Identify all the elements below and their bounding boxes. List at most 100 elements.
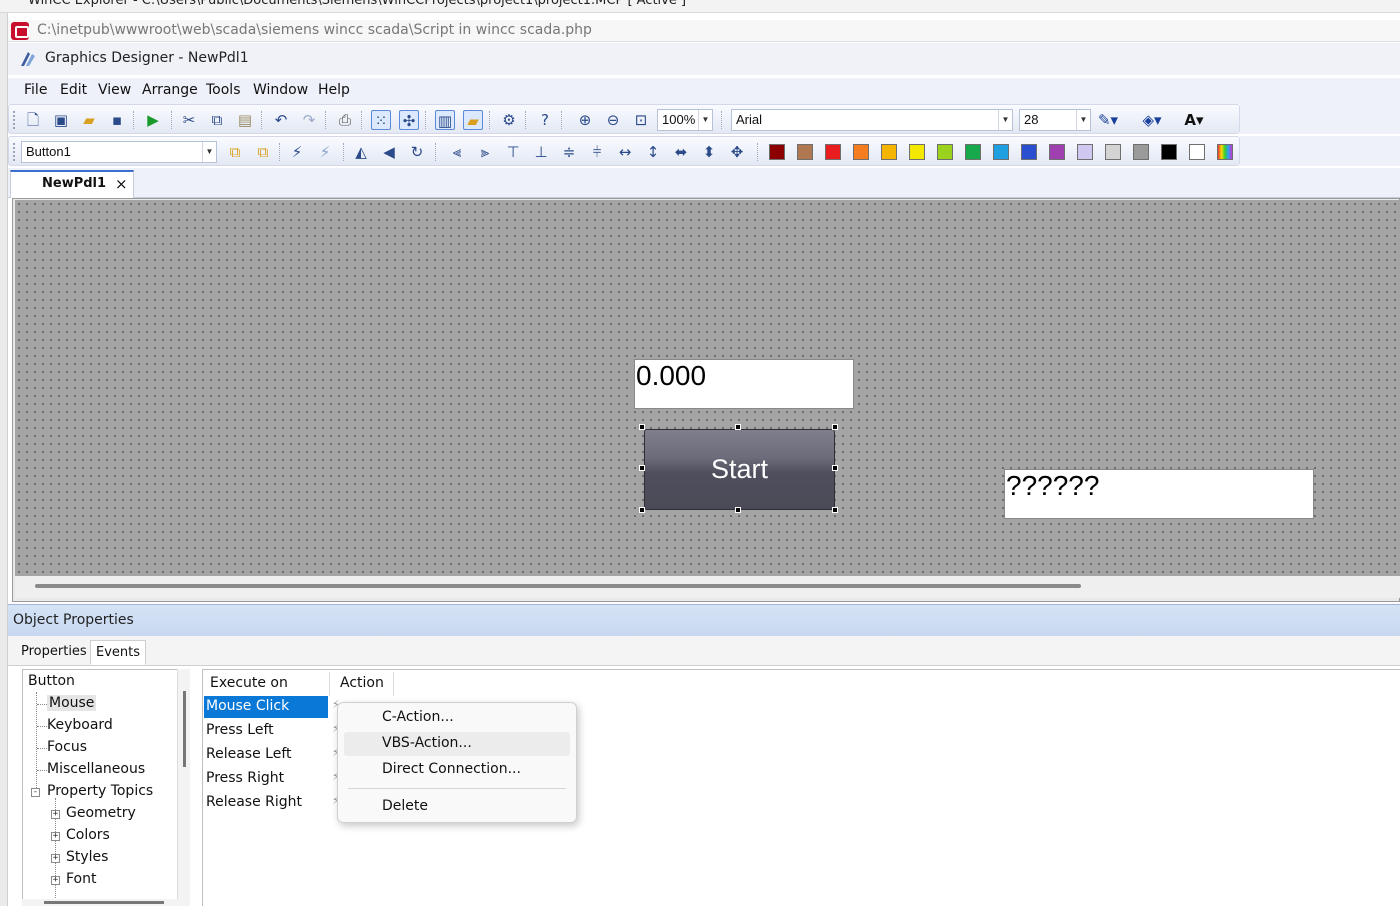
same-height-icon[interactable]: ⬍ (699, 142, 719, 162)
palette-color-swatch[interactable] (881, 144, 897, 160)
menu-item-c-action[interactable]: C-Action... (344, 706, 570, 730)
palette-color-swatch[interactable] (909, 144, 925, 160)
menu-item-direct-connection[interactable]: Direct Connection... (344, 758, 570, 782)
menu-edit[interactable]: Edit (60, 82, 87, 98)
start-button[interactable]: Start (644, 429, 835, 510)
event-row-release-right[interactable]: Release Right (204, 792, 328, 814)
mirror-vertical-icon[interactable]: ◀ (379, 142, 399, 162)
same-width-icon[interactable]: ⬌ (671, 142, 691, 162)
palette-color-swatch[interactable] (993, 144, 1009, 160)
new-file-icon[interactable]: 🗋 (23, 110, 43, 130)
palette-color-swatch[interactable] (1189, 144, 1205, 160)
snap-to-grid-icon[interactable]: ✣ (399, 110, 419, 130)
font-color-icon[interactable]: A▾ (1179, 110, 1209, 130)
align-bottom-icon[interactable]: ⊥ (531, 142, 551, 162)
center-vertical-icon[interactable]: ⫩ (587, 142, 607, 162)
zoom-in-icon[interactable]: ⊕ (575, 110, 595, 130)
palette-color-swatch[interactable] (1049, 144, 1065, 160)
scrollbar-thumb[interactable] (44, 901, 164, 904)
canvas-horizontal-scrollbar[interactable] (15, 576, 1400, 598)
palette-color-swatch[interactable] (937, 144, 953, 160)
selection-handle[interactable] (832, 465, 838, 471)
undo-icon[interactable]: ↶ (271, 110, 291, 130)
distribute-vertical-icon[interactable]: ↕ (643, 142, 663, 162)
paste-icon[interactable]: ▤ (235, 110, 255, 130)
palette-color-swatch[interactable] (1161, 144, 1177, 160)
copy-icon[interactable]: ⧉ (207, 110, 227, 130)
zoom-out-icon[interactable]: ⊖ (603, 110, 623, 130)
expand-icon[interactable]: + (51, 876, 60, 885)
tab-events[interactable]: Events (90, 640, 147, 665)
collapse-icon[interactable]: - (31, 788, 40, 797)
close-icon[interactable]: × (115, 175, 128, 193)
tree-node-property-topics[interactable]: Property Topics (47, 783, 153, 799)
menu-help[interactable]: Help (318, 82, 350, 98)
chevron-down-icon[interactable]: ▼ (1076, 110, 1090, 130)
tree-vertical-scrollbar[interactable] (177, 669, 190, 906)
expand-icon[interactable]: + (51, 832, 60, 841)
palette-color-swatch[interactable] (1105, 144, 1121, 160)
menu-view[interactable]: View (98, 82, 131, 98)
tree-node-font[interactable]: Font (66, 871, 96, 887)
chevron-down-icon[interactable]: ▼ (698, 110, 712, 130)
selection-handle[interactable] (639, 507, 645, 513)
context-help-icon[interactable]: ? (535, 110, 555, 130)
selection-handle[interactable] (639, 465, 645, 471)
save-icon[interactable]: ▪ (107, 110, 127, 130)
object-properties-icon[interactable]: ⚙ (499, 110, 519, 130)
same-size-icon[interactable]: ✥ (727, 142, 747, 162)
new-picture-icon[interactable]: ▣ (51, 110, 71, 130)
tree-node-button[interactable]: Button (28, 673, 75, 689)
object-selector-combo[interactable]: Button1 ▼ (21, 141, 217, 163)
chevron-down-icon[interactable]: ▼ (998, 110, 1012, 130)
library-icon[interactable]: ▰ (463, 110, 483, 130)
distribute-horizontal-icon[interactable]: ↔ (615, 142, 635, 162)
tree-node-colors[interactable]: Colors (66, 827, 110, 843)
align-left-icon[interactable]: ⫷ (447, 142, 467, 162)
scrollbar-thumb[interactable] (35, 584, 1081, 588)
connect-icon[interactable]: ⚡ (287, 142, 307, 162)
io-field-value[interactable]: 0.000 (634, 359, 854, 409)
disconnect-icon[interactable]: ⚡ (315, 142, 335, 162)
grid-icon[interactable]: ⁙ (371, 110, 391, 130)
palette-color-swatch[interactable] (853, 144, 869, 160)
event-row-press-left[interactable]: Press Left (204, 720, 328, 742)
menu-arrange[interactable]: Arrange (142, 82, 198, 98)
palette-color-swatch[interactable] (1021, 144, 1037, 160)
palette-color-swatch[interactable] (769, 144, 785, 160)
selection-handle[interactable] (832, 507, 838, 513)
expand-icon[interactable]: + (51, 810, 60, 819)
palette-color-swatch[interactable] (1133, 144, 1149, 160)
event-row-mouse-click[interactable]: Mouse Click (204, 696, 328, 718)
menu-window[interactable]: Window (253, 82, 308, 98)
tab-newpdl1[interactable]: NewPdl1 × (10, 170, 134, 198)
event-row-release-left[interactable]: Release Left (204, 744, 328, 766)
send-to-back-icon[interactable]: ⧉ (253, 142, 273, 162)
open-folder-icon[interactable]: ▰ (79, 110, 99, 130)
bring-to-front-icon[interactable]: ⧉ (225, 142, 245, 162)
line-color-icon[interactable]: ✎▾ (1093, 110, 1123, 130)
palette-color-swatch[interactable] (797, 144, 813, 160)
palette-color-swatch[interactable] (825, 144, 841, 160)
column-header-execute-on[interactable]: Execute on (204, 672, 330, 696)
align-right-icon[interactable]: ⫸ (475, 142, 495, 162)
zoom-area-icon[interactable]: ⊡ (631, 110, 651, 130)
expand-icon[interactable]: + (51, 854, 60, 863)
toolbar-grip[interactable] (13, 143, 16, 161)
redo-icon[interactable]: ↷ (299, 110, 319, 130)
zoom-combo[interactable]: 100% ▼ (657, 109, 713, 131)
custom-color-icon[interactable] (1217, 144, 1233, 160)
io-field-text[interactable]: ?????? (1004, 469, 1314, 519)
column-header-action[interactable]: Action (334, 672, 394, 696)
rotate-icon[interactable]: ↻ (407, 142, 427, 162)
tree-node-miscellaneous[interactable]: Miscellaneous (47, 761, 145, 777)
selection-handle[interactable] (832, 424, 838, 430)
tree-node-keyboard[interactable]: Keyboard (47, 717, 113, 733)
selection-handle[interactable] (639, 424, 645, 430)
print-icon[interactable]: ⎙ (335, 110, 355, 130)
center-horizontal-icon[interactable]: ≑ (559, 142, 579, 162)
menu-tools[interactable]: Tools (206, 82, 241, 98)
tree-node-styles[interactable]: Styles (66, 849, 108, 865)
fill-color-icon[interactable]: ◈▾ (1137, 110, 1167, 130)
toolbar-grip[interactable] (13, 111, 16, 129)
